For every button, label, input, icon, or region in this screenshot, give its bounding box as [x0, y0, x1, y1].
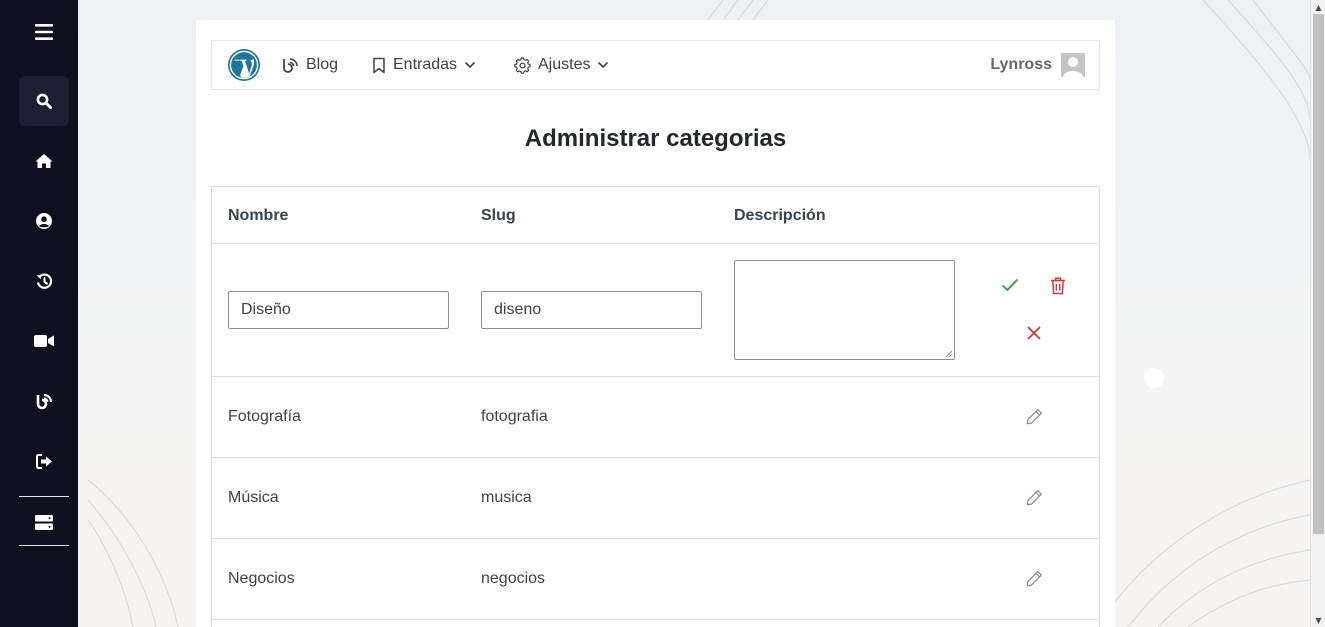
delete-trash-icon[interactable] [1050, 277, 1066, 295]
scrollbar-thumb[interactable] [1313, 14, 1324, 534]
scroll-up-icon[interactable]: ▲ [1311, 0, 1325, 14]
categories-table: Nombre Slug Descripción Diseño diseno Fo… [211, 186, 1100, 627]
sign-out-icon [35, 453, 52, 469]
table-divider [212, 457, 1099, 458]
table-divider [212, 376, 1099, 377]
table-divider [212, 538, 1099, 539]
category-name: Fotografía [228, 408, 301, 425]
column-header-slug: Slug [481, 207, 516, 224]
blog-icon [283, 57, 298, 73]
edit-pencil-icon[interactable] [1026, 570, 1043, 587]
sidebar-item-logout[interactable] [19, 436, 69, 486]
category-name-input[interactable] [228, 291, 449, 329]
page-scrollbar[interactable]: ▲ ▼ [1310, 0, 1325, 627]
history-icon [36, 272, 52, 289]
category-slug: fotografia [481, 408, 548, 425]
chevron-down-icon [598, 61, 609, 69]
category-slug: negocios [481, 570, 546, 587]
user-circle-icon [36, 213, 52, 229]
user-menu[interactable]: Lynross [990, 41, 1085, 89]
blog-icon [36, 393, 52, 409]
nav-ajustes-label: Ajustes [538, 56, 591, 73]
column-header-description: Descripción [734, 207, 826, 224]
category-name: Música [228, 489, 279, 506]
cancel-close-icon[interactable] [1027, 326, 1041, 340]
sidebar-item-videos[interactable] [19, 316, 69, 366]
main-card: Blog Entradas Ajustes Lynross Administra… [196, 20, 1115, 627]
menu-icon [35, 24, 53, 40]
bookmark-icon [373, 57, 385, 73]
nav-entradas-label: Entradas [393, 56, 458, 73]
table-divider [212, 619, 1099, 620]
sidebar-item-search[interactable] [19, 76, 69, 126]
home-icon [35, 154, 53, 168]
edit-pencil-icon[interactable] [1026, 489, 1043, 506]
category-slug: musica [481, 489, 532, 506]
column-header-name: Nombre [228, 207, 289, 224]
sidebar-item-server[interactable] [19, 497, 69, 547]
nav-ajustes-dropdown[interactable]: Ajustes [514, 41, 609, 89]
edit-pencil-icon[interactable] [1026, 408, 1043, 425]
sidebar-item-profile[interactable] [19, 196, 69, 246]
sidebar-item-history[interactable] [19, 256, 69, 306]
nav-blog-label: Blog [306, 56, 339, 73]
sidebar-item-home[interactable] [19, 136, 69, 186]
avatar [1061, 53, 1085, 77]
server-icon [35, 514, 53, 530]
sidebar [0, 0, 78, 627]
category-slug-input[interactable] [481, 291, 702, 329]
gear-icon [514, 56, 531, 74]
chevron-down-icon [464, 61, 476, 69]
wordpress-logo[interactable] [227, 48, 261, 87]
top-navbar: Blog Entradas Ajustes Lynross [211, 40, 1100, 90]
resize-grip-icon [945, 350, 953, 358]
user-name: Lynross [990, 56, 1052, 73]
category-description-textarea[interactable] [734, 260, 955, 360]
category-name: Negocios [228, 570, 295, 587]
menu-toggle-button[interactable] [19, 7, 69, 57]
sidebar-divider [19, 545, 69, 546]
save-check-icon[interactable] [1001, 278, 1019, 292]
page-title: Administrar categorias [524, 125, 787, 152]
search-icon [36, 93, 52, 109]
video-camera-icon [34, 335, 54, 347]
sidebar-item-blog[interactable] [19, 376, 69, 426]
scroll-down-icon[interactable]: ▼ [1311, 613, 1325, 627]
nav-blog-link[interactable]: Blog [282, 41, 338, 89]
nav-entradas-dropdown[interactable]: Entradas [372, 41, 476, 89]
table-divider [212, 243, 1099, 244]
